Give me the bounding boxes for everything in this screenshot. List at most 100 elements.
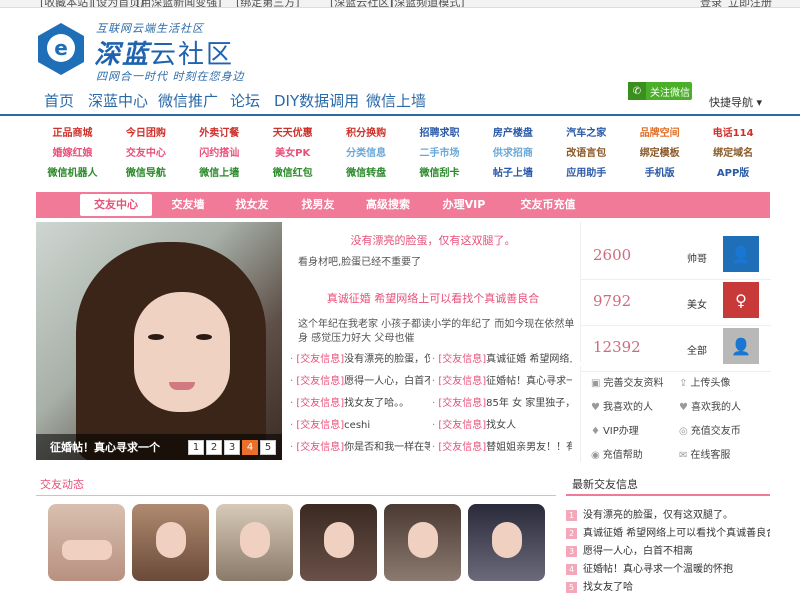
news-list-item[interactable]: · [交友信息]你是否和我一样在等 [290,438,430,453]
quick-nav-dropdown[interactable]: 快捷导航 ▾ [709,94,762,110]
profile-icon: ▣ [591,378,601,389]
nav-diy[interactable]: DIY数据调用 [274,90,359,111]
vip-icon: ♦ [591,426,600,437]
service-link[interactable]: 二手市场 [403,144,476,159]
slide-caption[interactable]: 征婚帖！真心寻求一个 [50,439,160,455]
service-link[interactable]: 天天优惠 [256,124,329,139]
service-link[interactable]: 供求招商 [476,144,549,159]
tab-find-girlfriend[interactable]: 找女友 [216,192,288,218]
service-link[interactable]: 正品商城 [36,124,109,139]
service-link[interactable]: 汽车之家 [550,124,623,139]
service-link[interactable]: 品牌空间 [623,124,696,139]
service-link[interactable]: 微信红包 [256,164,329,179]
tab-recharge[interactable]: 交友币充值 [506,192,590,218]
tab-vip[interactable]: 办理VIP [428,192,500,218]
female-user-icon[interactable]: ♀ [723,282,759,318]
action-link[interactable]: ◉ 充值帮助 [591,446,643,461]
slide-page-3[interactable]: 3 [224,440,240,455]
slide-page-2[interactable]: 2 [206,440,222,455]
service-link[interactable]: 微信导航 [109,164,182,179]
service-link[interactable]: 交友中心 [109,144,182,159]
stat-value: 2600 [593,246,632,264]
service-link[interactable]: 电话114 [697,124,770,139]
service-link[interactable]: APP版 [697,164,770,179]
service-link[interactable]: 美女PK [256,144,329,159]
service-link[interactable]: 微信转盘 [330,164,403,179]
news-list-item[interactable]: · [交友信息]替姐姐亲男友！！有 [432,438,572,453]
service-link[interactable]: 积分换购 [330,124,403,139]
register-link[interactable]: 立即注册 [728,0,772,7]
news-list-item[interactable]: · [交友信息]真诚征婚 希望网络上 [432,350,572,365]
latest-item[interactable]: 2 真诚征婚 希望网络上可以看找个真诚善良合 [566,524,770,539]
service-link[interactable]: 婚嫁红娘 [36,144,109,159]
news-list-item[interactable]: · [交友信息]85年 女 家里独子，比 [432,394,572,409]
service-link[interactable]: 微信上墙 [183,164,256,179]
service-links-row: 正品商城 今日团购 外卖订餐 天天优惠 积分换购 招聘求职 房产楼盘 汽车之家 品牌空间 电话11… [36,124,770,144]
action-link[interactable]: ♥ 喜欢我的人 [679,398,741,413]
cloud-link[interactable]: [深蓝云社区] [330,0,394,7]
service-link[interactable]: 外卖订餐 [183,124,256,139]
member-thumb[interactable] [132,504,209,581]
news-tag: · [交友信息] [290,420,345,431]
nav-home[interactable]: 首页 [44,90,74,111]
news-list-item[interactable]: · [交友信息]找女人 [432,416,572,431]
service-link[interactable]: 应用助手 [550,164,623,179]
news-list-item[interactable]: · [交友信息]找女友了哈。。 [290,394,430,409]
action-link[interactable]: ◎ 充值交友币 [679,422,741,437]
service-link[interactable]: 手机版 [623,164,696,179]
news-headline-1[interactable]: 没有漂亮的脸蛋，仅有这双腿了。 [290,232,576,248]
nav-center[interactable]: 深蓝中心 [88,90,148,111]
news-list-item[interactable]: · [交友信息]没有漂亮的脸蛋，仅 [290,350,430,365]
action-link[interactable]: ⇪ 上传头像 [679,374,730,389]
login-link[interactable]: 登录 [700,0,722,7]
service-link[interactable]: 帖子上墙 [476,164,549,179]
bind-link[interactable]: [绑定第三方] [236,0,300,7]
tab-dating-center[interactable]: 交友中心 [80,194,152,216]
latest-item[interactable]: 4 征婚帖！真心寻求一个温暖的怀抱 [566,560,770,575]
member-thumb[interactable] [468,504,545,581]
action-link[interactable]: ♥ 我喜欢的人 [591,398,653,413]
service-link[interactable]: 微信刮卡 [403,164,476,179]
news-headline-2[interactable]: 真诚征婚 希望网络上可以看找个真诚善良合 [290,290,576,306]
slide-page-1[interactable]: 1 [188,440,204,455]
news-list-item[interactable]: · [交友信息]ceshi [290,416,430,431]
user-icon[interactable]: 👤 [723,328,759,364]
action-link[interactable]: ▣ 完善交友资料 [591,374,663,389]
news-link[interactable]: [用深蓝新闻变强] [136,0,222,7]
channel-link[interactable]: [深蓝频道模式] [390,0,465,7]
member-thumb[interactable] [300,504,377,581]
service-link[interactable]: 微信机器人 [36,164,109,179]
member-thumb[interactable] [216,504,293,581]
service-link[interactable]: 分类信息 [330,144,403,159]
service-link[interactable]: 招聘求职 [403,124,476,139]
latest-item[interactable]: 3 愿得一人心，白首不相离 [566,542,770,557]
nav-wechat-promo[interactable]: 微信推广 [158,90,218,111]
news-list-item[interactable]: · [交友信息]征婚帖！真心寻求一 [432,372,572,387]
action-link[interactable]: ✉ 在线客服 [679,446,730,461]
service-link[interactable]: 绑定模板 [623,144,696,159]
service-link[interactable]: 闪约搭讪 [183,144,256,159]
service-link[interactable]: 今日团购 [109,124,182,139]
member-thumb[interactable] [48,504,125,581]
nav-wechat-wall[interactable]: 微信上墙 [366,90,426,111]
latest-item[interactable]: 5 找女友了哈 [566,578,770,593]
service-link[interactable]: 房产楼盘 [476,124,549,139]
service-link[interactable]: 改语言包 [550,144,623,159]
tab-advanced-search[interactable]: 高级搜索 [352,192,424,218]
action-link[interactable]: ♦ VIP办理 [591,422,639,437]
tab-find-boyfriend[interactable]: 找男友 [282,192,354,218]
nav-forum[interactable]: 论坛 [230,90,260,111]
service-link[interactable]: 绑定域名 [697,144,770,159]
male-user-icon[interactable]: 👤 [723,236,759,272]
latest-item[interactable]: 1 没有漂亮的脸蛋，仅有这双腿了。 [566,506,770,521]
news-list-item[interactable]: · [交友信息]愿得一人心，白首不 [290,372,430,387]
bookmark-link[interactable]: [收藏本站] [40,0,93,7]
featured-photo-slider[interactable]: 征婚帖！真心寻求一个 1 2 3 4 5 [36,222,282,460]
tab-dating-wall[interactable]: 交友墙 [152,192,224,218]
member-thumb[interactable] [384,504,461,581]
logo-name[interactable]: 深蓝云社区 [94,34,234,71]
service-links-row: 婚嫁红娘 交友中心 闪约搭讪 美女PK 分类信息 二手市场 供求招商 改语言包 绑定模板 绑定域名 [36,144,770,164]
logo-icon[interactable]: e [36,22,86,76]
slide-page-4[interactable]: 4 [242,440,258,455]
slide-page-5[interactable]: 5 [260,440,276,455]
